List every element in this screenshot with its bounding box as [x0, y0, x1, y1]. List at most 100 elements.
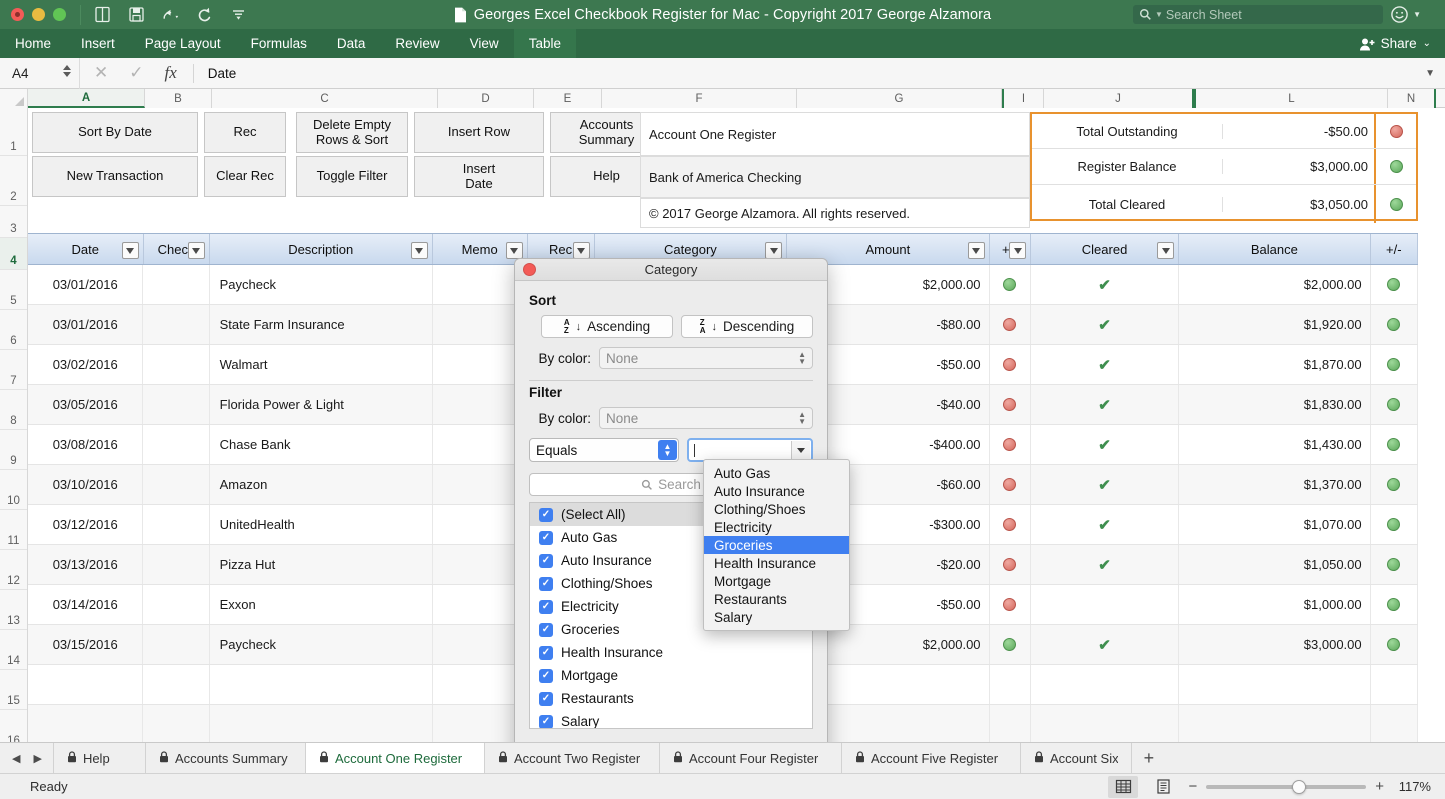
- cell-cleared[interactable]: ✔: [1031, 265, 1179, 304]
- ribbon-tab-insert[interactable]: Insert: [66, 29, 130, 58]
- column-header-B[interactable]: B: [145, 89, 212, 108]
- cell-description[interactable]: [210, 665, 433, 704]
- filter-dropdown-button[interactable]: [573, 242, 590, 259]
- cancel-formula-icon[interactable]: ✕: [94, 63, 108, 83]
- row-header-10[interactable]: 10: [0, 470, 27, 510]
- cell-sign[interactable]: [990, 465, 1031, 504]
- row-header-15[interactable]: 15: [0, 670, 27, 710]
- zoom-slider-handle[interactable]: [1292, 780, 1306, 794]
- cell-description[interactable]: Paycheck: [210, 265, 433, 304]
- dropdown-option[interactable]: Groceries: [704, 536, 849, 554]
- cell-check[interactable]: [143, 385, 209, 424]
- new-document-icon[interactable]: [93, 5, 112, 24]
- table-header-cleared[interactable]: Cleared: [1031, 234, 1179, 264]
- cell-sign[interactable]: [990, 585, 1031, 624]
- macro-button-insert-row[interactable]: Insert Row: [414, 112, 544, 153]
- checkbox-icon[interactable]: ✓: [539, 646, 553, 660]
- macro-button-clear-rec[interactable]: Clear Rec: [204, 156, 286, 197]
- save-icon[interactable]: [127, 5, 146, 24]
- table-header-description[interactable]: Description: [210, 234, 433, 264]
- row-header-7[interactable]: 7: [0, 350, 27, 390]
- cell-balance[interactable]: $1,070.00: [1179, 505, 1371, 544]
- cell-date[interactable]: 03/14/2016: [28, 585, 143, 624]
- macro-button-delete-empty-rows-sort[interactable]: Delete EmptyRows & Sort: [296, 112, 408, 153]
- cell-cleared[interactable]: [1031, 705, 1179, 744]
- cell-date[interactable]: 03/02/2016: [28, 345, 143, 384]
- ribbon-tab-home[interactable]: Home: [0, 29, 66, 58]
- cell-date[interactable]: 03/05/2016: [28, 385, 143, 424]
- ribbon-tab-view[interactable]: View: [455, 29, 514, 58]
- cell-description[interactable]: State Farm Insurance: [210, 305, 433, 344]
- table-header-memo[interactable]: Memo: [433, 234, 528, 264]
- cell-date[interactable]: 03/08/2016: [28, 425, 143, 464]
- filter-dialog[interactable]: Category Sort AZ ↓ Ascending ZA ↓ Descen…: [514, 258, 828, 779]
- row-header-1[interactable]: 1: [0, 108, 27, 156]
- ribbon-tab-formulas[interactable]: Formulas: [236, 29, 322, 58]
- filter-checkbox-item[interactable]: ✓Salary: [530, 710, 812, 729]
- sort-ascending-button[interactable]: AZ ↓ Ascending: [541, 315, 673, 338]
- filter-dropdown-button[interactable]: [188, 242, 205, 259]
- filter-dropdown-button[interactable]: [122, 242, 139, 259]
- filter-dropdown-button[interactable]: [1157, 242, 1174, 259]
- cell-sign[interactable]: [990, 625, 1031, 664]
- formula-input[interactable]: Date: [194, 66, 237, 81]
- cell-cleared[interactable]: ✔: [1031, 305, 1179, 344]
- cell-bal_sign[interactable]: [1371, 385, 1418, 424]
- cell-bal_sign[interactable]: [1371, 505, 1418, 544]
- macro-button-rec[interactable]: Rec: [204, 112, 286, 153]
- cell-balance[interactable]: $1,830.00: [1179, 385, 1371, 424]
- cell-date[interactable]: 03/01/2016: [28, 305, 143, 344]
- ribbon-tab-data[interactable]: Data: [322, 29, 381, 58]
- dropdown-option[interactable]: Electricity: [704, 518, 849, 536]
- redo-icon[interactable]: [195, 5, 214, 24]
- cell-cleared[interactable]: [1031, 585, 1179, 624]
- zoom-in-button[interactable]: +: [1375, 778, 1384, 795]
- filter-value-dropdown-list[interactable]: Auto GasAuto InsuranceClothing/ShoesElec…: [703, 459, 850, 631]
- ribbon-tab-page-layout[interactable]: Page Layout: [130, 29, 236, 58]
- cell-sign[interactable]: [990, 665, 1031, 704]
- sheet-tab-account-one-register[interactable]: Account One Register: [305, 743, 485, 773]
- sheet-tab-account-four-register[interactable]: Account Four Register: [659, 743, 842, 773]
- dropdown-option[interactable]: Auto Gas: [704, 464, 849, 482]
- search-sheet-input[interactable]: ▼ Search Sheet: [1133, 5, 1383, 24]
- cell-date[interactable]: 03/12/2016: [28, 505, 143, 544]
- cell-date[interactable]: 03/15/2016: [28, 625, 143, 664]
- cell-bal_sign[interactable]: [1371, 465, 1418, 504]
- zoom-control[interactable]: − + 117%: [1188, 778, 1431, 795]
- row-header-5[interactable]: 5: [0, 270, 27, 310]
- column-header-N[interactable]: N: [1388, 89, 1436, 108]
- checkbox-icon[interactable]: ✓: [539, 692, 553, 706]
- sheet-tab-account-five-register[interactable]: Account Five Register: [841, 743, 1021, 773]
- checkbox-icon[interactable]: ✓: [539, 508, 553, 522]
- cell-balance[interactable]: $3,000.00: [1179, 625, 1371, 664]
- checkbox-icon[interactable]: ✓: [539, 715, 553, 729]
- next-sheet-icon[interactable]: ▶: [33, 752, 41, 765]
- cell-sign[interactable]: [990, 265, 1031, 304]
- row-header-12[interactable]: 12: [0, 550, 27, 590]
- zoom-out-button[interactable]: −: [1188, 778, 1197, 795]
- cell-check[interactable]: [143, 305, 209, 344]
- dropdown-option[interactable]: Clothing/Shoes: [704, 500, 849, 518]
- cell-sign[interactable]: [990, 385, 1031, 424]
- row-header-13[interactable]: 13: [0, 590, 27, 630]
- cell-bal_sign[interactable]: [1371, 585, 1418, 624]
- sheet-nav-arrows[interactable]: ◀ ▶: [0, 743, 54, 773]
- ribbon-collapse-chevron-icon[interactable]: ⌄: [1423, 38, 1431, 49]
- account-chevron-down-icon[interactable]: ▼: [1413, 10, 1421, 19]
- zoom-slider[interactable]: [1206, 785, 1366, 789]
- cell-sign[interactable]: [990, 345, 1031, 384]
- filter-dropdown-button[interactable]: [506, 242, 523, 259]
- table-header-check[interactable]: Check: [144, 234, 210, 264]
- row-header-3[interactable]: 3: [0, 206, 27, 238]
- checkbox-icon[interactable]: ✓: [539, 600, 553, 614]
- checkbox-icon[interactable]: ✓: [539, 531, 553, 545]
- ribbon-tab-table[interactable]: Table: [514, 29, 576, 58]
- previous-sheet-icon[interactable]: ◀: [12, 752, 20, 765]
- cell-description[interactable]: Paycheck: [210, 625, 433, 664]
- sheet-tab-help[interactable]: Help: [53, 743, 146, 773]
- row-header-4[interactable]: 4: [0, 238, 27, 270]
- cell-date[interactable]: 03/13/2016: [28, 545, 143, 584]
- checkbox-icon[interactable]: ✓: [539, 623, 553, 637]
- cell-description[interactable]: Amazon: [210, 465, 433, 504]
- cell-balance[interactable]: $2,000.00: [1179, 265, 1371, 304]
